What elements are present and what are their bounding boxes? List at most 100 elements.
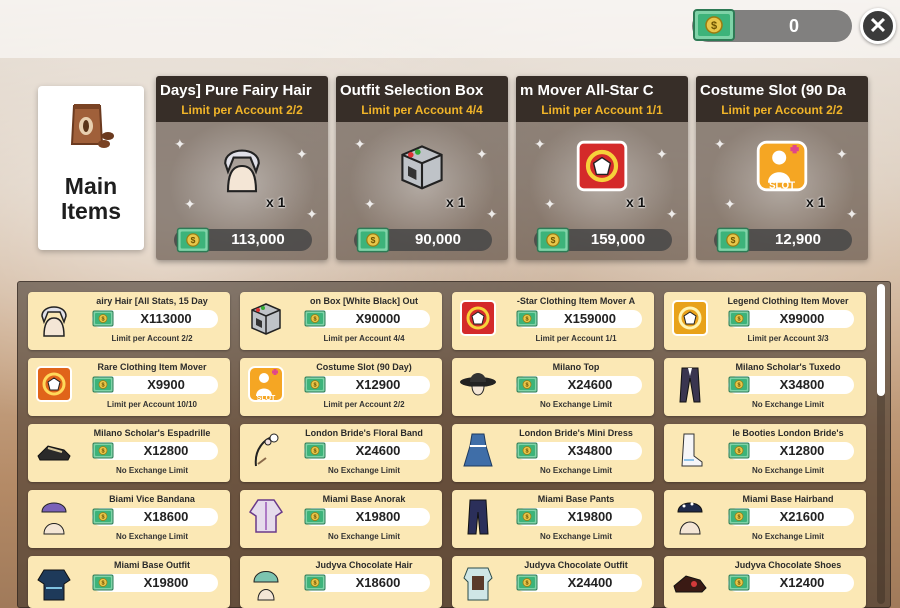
cash-icon: $ bbox=[728, 442, 750, 459]
cash-icon-wrap: $ bbox=[728, 442, 750, 464]
featured-title: Costume Slot (90 Da bbox=[700, 82, 846, 99]
item-limit: Limit per Account 10/10 bbox=[107, 400, 197, 409]
cash-icon: $ bbox=[693, 9, 735, 41]
svg-text:$: $ bbox=[525, 383, 528, 389]
svg-text:$: $ bbox=[191, 235, 196, 245]
cash-icon-wrap: $ bbox=[516, 310, 538, 332]
cash-icon-wrap: $ bbox=[92, 574, 114, 596]
svg-text:$: $ bbox=[371, 235, 376, 245]
svg-text:$: $ bbox=[525, 317, 528, 323]
shop-item-cell[interactable]: Legend Clothing Item Mover $ X99000 Limi… bbox=[664, 292, 866, 350]
item-limit: No Exchange Limit bbox=[115, 466, 188, 475]
shop-item-cell[interactable]: Judyva Chocolate Shoes $ X12400 bbox=[664, 556, 866, 608]
item-name: Costume Slot (90 Day) bbox=[316, 362, 412, 372]
cash-icon-wrap: $ bbox=[176, 226, 210, 259]
item-price: X90000 bbox=[355, 311, 401, 326]
shop-item-cell[interactable]: le Booties London Bride's $ X12800 No Ex… bbox=[664, 424, 866, 482]
sparkle-icon: ✦ bbox=[534, 136, 546, 152]
sparkle-icon: ✦ bbox=[354, 136, 366, 152]
scrollbar-thumb[interactable] bbox=[877, 284, 885, 396]
item-limit: No Exchange Limit bbox=[539, 532, 612, 541]
svg-text:$: $ bbox=[525, 581, 528, 587]
item-price: X24600 bbox=[355, 443, 401, 458]
item-name: airy Hair [All Stats, 15 Day bbox=[96, 296, 208, 306]
svg-text:$: $ bbox=[737, 515, 740, 521]
featured-quantity: x 1 bbox=[806, 194, 826, 210]
shop-item-cell[interactable]: -Star Clothing Item Mover A $ X159000 Li… bbox=[452, 292, 654, 350]
item-price: X18600 bbox=[143, 509, 189, 524]
shop-item-cell[interactable]: SLOT Costume Slot (90 Day) $ X12900 Limi… bbox=[240, 358, 442, 416]
sparkle-icon: ✦ bbox=[846, 206, 858, 222]
svg-text:$: $ bbox=[101, 449, 104, 455]
shop-item-cell[interactable]: Miami Base Pants $ X19800 No Exchange Li… bbox=[452, 490, 654, 548]
sparkle-icon: ✦ bbox=[476, 146, 488, 162]
cash-icon: $ bbox=[516, 442, 538, 459]
featured-item-card[interactable]: Outfit Selection Box Limit per Account 4… bbox=[336, 76, 508, 260]
sparkle-icon: ✦ bbox=[656, 146, 668, 162]
tab-main-items-label: Main Items bbox=[60, 173, 122, 224]
sparkle-icon: ✦ bbox=[544, 196, 556, 212]
cash-icon-wrap: $ bbox=[92, 310, 114, 332]
slot-icon: SLOT bbox=[754, 138, 810, 208]
featured-quantity: x 1 bbox=[266, 194, 286, 210]
cash-icon: $ bbox=[728, 376, 750, 393]
sparkle-icon: ✦ bbox=[174, 136, 186, 152]
pants-icon bbox=[458, 496, 498, 536]
shop-item-cell[interactable]: Milano Scholar's Tuxedo $ X34800 No Exch… bbox=[664, 358, 866, 416]
shop-item-cell[interactable]: London Bride's Floral Band $ X24600 No E… bbox=[240, 424, 442, 482]
item-limit: No Exchange Limit bbox=[115, 532, 188, 541]
cash-icon: $ bbox=[92, 376, 114, 393]
cash-icon-wrap: $ bbox=[728, 310, 750, 332]
cash-icon: $ bbox=[356, 227, 390, 253]
featured-limit: Limit per Account 2/2 bbox=[181, 103, 303, 117]
svg-text:$: $ bbox=[313, 515, 316, 521]
shop-item-cell[interactable]: Miami Base Anorak $ X19800 No Exchange L… bbox=[240, 490, 442, 548]
shoe-icon bbox=[34, 430, 74, 470]
shop-item-cell[interactable]: on Box [White Black] Out $ X90000 Limit … bbox=[240, 292, 442, 350]
close-button[interactable]: ✕ bbox=[860, 8, 896, 44]
cash-icon-wrap: $ bbox=[304, 376, 326, 398]
rare-mover-icon bbox=[34, 364, 74, 404]
tab-main-items[interactable]: Main Items bbox=[38, 86, 144, 250]
shop-item-cell[interactable]: Milano Top $ X24600 No Exchange Limit bbox=[452, 358, 654, 416]
svg-text:$: $ bbox=[101, 581, 104, 587]
featured-item-card[interactable]: Costume Slot (90 Da Limit per Account 2/… bbox=[696, 76, 868, 260]
hair-icon bbox=[34, 298, 74, 338]
svg-text:$: $ bbox=[101, 383, 104, 389]
item-price: X19800 bbox=[143, 575, 189, 590]
item-name: Milano Scholar's Tuxedo bbox=[735, 362, 841, 372]
cash-icon: $ bbox=[516, 508, 538, 525]
item-price: X159000 bbox=[563, 311, 617, 326]
cash-icon: $ bbox=[516, 310, 538, 327]
choco-outfit-icon bbox=[458, 562, 498, 602]
item-price: X19800 bbox=[567, 509, 613, 524]
item-name: Miami Base Anorak bbox=[322, 494, 406, 504]
shop-item-cell[interactable]: Judyva Chocolate Outfit $ X24400 bbox=[452, 556, 654, 608]
cash-icon-wrap: $ bbox=[536, 226, 570, 259]
cash-icon-wrap: $ bbox=[92, 508, 114, 530]
cash-icon-wrap: $ bbox=[728, 376, 750, 398]
shop-item-cell[interactable]: Miami Base Hairband $ X21600 No Exchange… bbox=[664, 490, 866, 548]
dress-icon bbox=[458, 430, 498, 470]
shop-item-cell[interactable]: Miami Base Outfit $ X19800 bbox=[28, 556, 230, 608]
shop-item-cell[interactable]: Judyva Chocolate Hair $ X18600 bbox=[240, 556, 442, 608]
item-limit: No Exchange Limit bbox=[539, 400, 612, 409]
outfit-icon bbox=[34, 562, 74, 602]
item-name: Milano Scholar's Espadrille bbox=[93, 428, 211, 438]
cash-icon: $ bbox=[516, 376, 538, 393]
item-limit: Limit per Account 2/2 bbox=[111, 334, 193, 343]
shop-item-cell[interactable]: London Bride's Mini Dress $ X34800 No Ex… bbox=[452, 424, 654, 482]
featured-item-card[interactable]: Days] Pure Fairy Hair Limit per Account … bbox=[156, 76, 328, 260]
slot-icon: SLOT bbox=[246, 364, 286, 404]
sparkle-icon: ✦ bbox=[486, 206, 498, 222]
featured-item-card[interactable]: m Mover All-Star C Limit per Account 1/1… bbox=[516, 76, 688, 260]
legend-mover-icon bbox=[670, 298, 710, 338]
svg-text:$: $ bbox=[313, 581, 316, 587]
shop-item-cell[interactable]: airy Hair [All Stats, 15 Day $ X113000 L… bbox=[28, 292, 230, 350]
svg-text:$: $ bbox=[313, 383, 316, 389]
shop-item-cell[interactable]: Rare Clothing Item Mover $ X9900 Limit p… bbox=[28, 358, 230, 416]
shop-item-cell[interactable]: Biami Vice Bandana $ X18600 No Exchange … bbox=[28, 490, 230, 548]
shop-item-cell[interactable]: Milano Scholar's Espadrille $ X12800 No … bbox=[28, 424, 230, 482]
item-name: Judyva Chocolate Hair bbox=[315, 560, 413, 570]
cash-icon-wrap: $ bbox=[356, 226, 390, 259]
